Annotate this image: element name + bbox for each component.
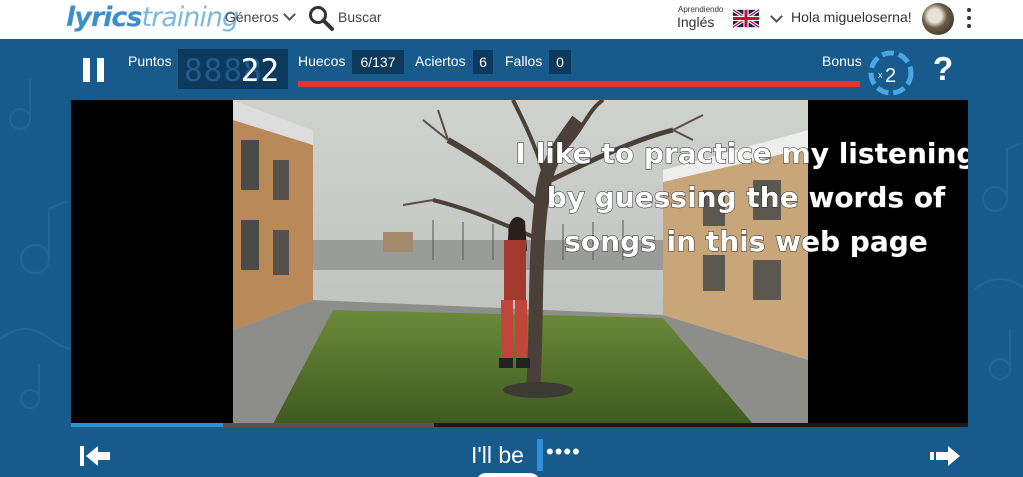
gaps-label: Huecos (298, 53, 346, 69)
bonus-prefix: x (878, 70, 883, 80)
bonus-label: Bonus (822, 53, 862, 69)
timeline-progress (71, 423, 223, 427)
pause-button[interactable] (83, 58, 105, 82)
misses-value: 0 (549, 50, 571, 74)
points-label: Puntos (128, 53, 172, 69)
search-icon[interactable] (308, 5, 334, 31)
bonus-value: 2 (885, 65, 896, 87)
pending-word-gap[interactable]: •••• (546, 439, 581, 465)
subtitle-line: songs in this web page (564, 225, 928, 258)
bonus-multiplier: x 2 (868, 50, 914, 96)
subtitle-overlay: I like to practice my listening by guess… (515, 137, 968, 259)
top-header: lyricstraining Géneros Buscar Aprendiend… (0, 0, 1023, 39)
subtitle-line: I like to practice my listening (516, 137, 968, 170)
language-chevron-down-icon[interactable] (770, 10, 783, 23)
uk-flag-icon[interactable] (733, 7, 759, 30)
game-area: Puntos 8888 22 Huecos 6/137 Aciertos 6 F… (0, 39, 1023, 477)
avatar[interactable] (922, 3, 954, 35)
learning-caption: Aprendiendo (678, 5, 724, 14)
keyboard-toggle[interactable] (476, 473, 540, 477)
genres-menu[interactable]: Géneros (225, 8, 296, 25)
skip-forward-icon[interactable] (928, 444, 962, 468)
misses-label: Fallos (505, 53, 543, 69)
timeline-unbuffered (434, 423, 968, 427)
score-display: 8888 22 (178, 49, 288, 89)
subtitle-line: by guessing the words of (547, 181, 946, 214)
hits-label: Aciertos (415, 53, 466, 69)
hits-value: 6 (473, 50, 493, 74)
gaps-progress-bar (298, 81, 860, 87)
lyricstraining-logo[interactable]: lyricstraining (66, 2, 239, 33)
help-button[interactable]: ? (933, 50, 953, 88)
chevron-down-icon (282, 8, 296, 21)
current-lyric-text: I'll be (471, 442, 524, 468)
search-link[interactable]: Buscar (338, 9, 382, 25)
kebab-menu-icon[interactable] (966, 8, 972, 30)
score-value: 22 (240, 53, 280, 89)
typing-cursor (537, 439, 543, 471)
gaps-value: 6/137 (352, 50, 404, 74)
video-player[interactable]: I like to practice my listening by guess… (71, 100, 968, 424)
learning-language[interactable]: Inglés (677, 14, 714, 30)
user-greeting[interactable]: Hola migueloserna! (791, 9, 912, 25)
genres-label: Géneros (225, 9, 279, 25)
previous-line-icon[interactable] (78, 444, 112, 468)
